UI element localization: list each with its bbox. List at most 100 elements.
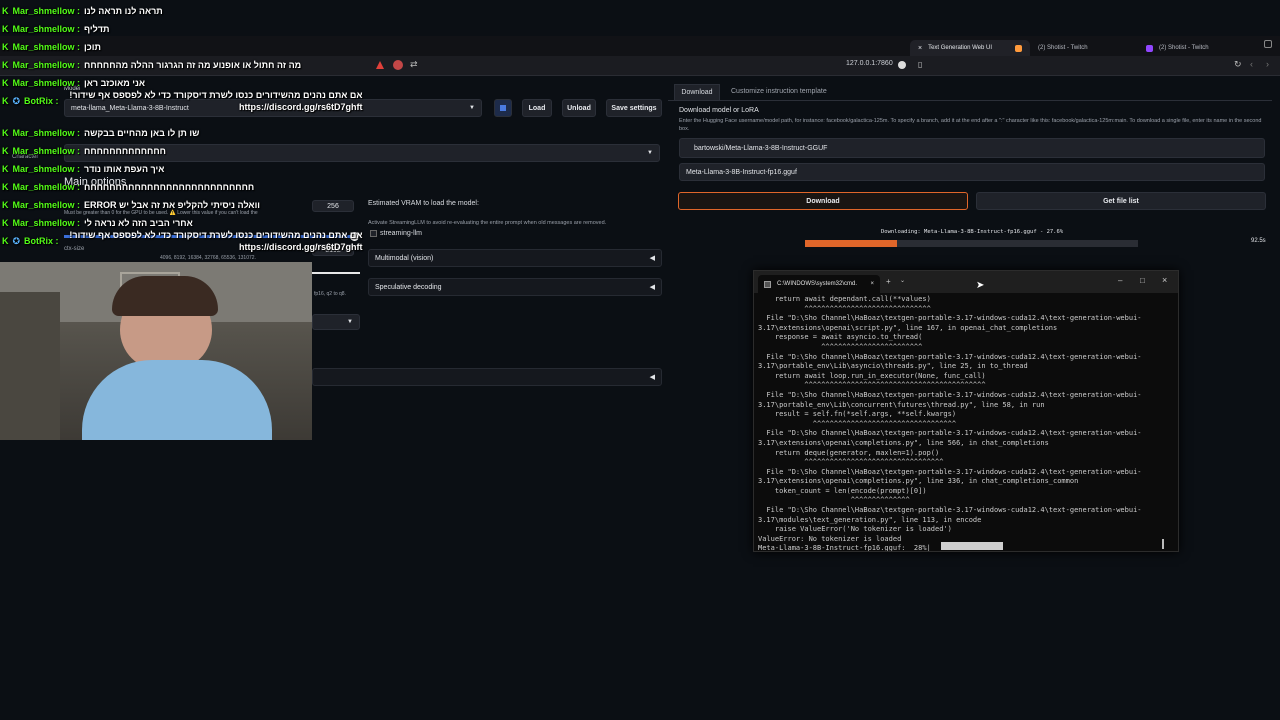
terminal-line: response = await asyncio.to_thread(: [758, 333, 923, 342]
terminal-line: ^^^^^^^^^^^^^^^^^^^^^^^^^^^^^^^^^: [758, 458, 944, 467]
reload-icon[interactable]: ↻: [1234, 59, 1242, 70]
terminal-titlebar: C:\WINDOWS\system32\cmd. × + ⌄ – □ ×: [754, 271, 1178, 293]
bot-badge-icon: ✪: [12, 95, 21, 106]
download-elapsed: 92.5s: [1251, 238, 1266, 244]
terminal-line: token_count = len(encode(prompt)[0]): [758, 486, 927, 495]
streaming-checkbox[interactable]: [370, 230, 377, 237]
new-tab-icon[interactable]: +: [886, 277, 891, 286]
warning-icon: [376, 61, 384, 69]
close-icon[interactable]: ×: [918, 45, 922, 52]
close-icon[interactable]: ×: [870, 281, 874, 287]
terminal-line: File "D:\Sho Channel\HaBoaz\textgen-port…: [758, 314, 1142, 323]
speculative-accordion[interactable]: Speculative decoding ◀: [368, 278, 662, 296]
chevron-down-icon: ▼: [647, 150, 653, 156]
terminal-line: 3.17\extensions\openai\completions.py", …: [758, 477, 1079, 486]
forward-icon[interactable]: ›: [1266, 59, 1269, 69]
minimize-icon[interactable]: –: [1118, 276, 1122, 285]
download-progress-text: Downloading: Meta-Llama-3-8B-Instruct-fp…: [881, 229, 1064, 235]
maximize-icon[interactable]: □: [1140, 276, 1145, 285]
get-file-list-button[interactable]: Get file list: [976, 192, 1266, 210]
cache-type-hint: fp16, q2 to q8.: [314, 291, 346, 297]
tab-twitch-2[interactable]: (2) Shotist - Twitch: [1138, 40, 1238, 56]
chat-text: אם אתם נהנים מהשידורים כנסו לשרת דיסקורד…: [69, 90, 363, 112]
chat-username: BotRix :: [24, 96, 59, 106]
chat-username: Mar_shmellow :: [12, 60, 81, 70]
kick-icon: K: [2, 78, 9, 88]
load-button[interactable]: Load: [522, 99, 552, 117]
chat-text: אם אתם נהנים מהשידורים כנסו לשרת דיסקורד…: [69, 230, 363, 252]
tab-twitch-1[interactable]: (2) Shotist - Twitch: [1030, 40, 1130, 56]
mouse-pointer-icon: ➤: [976, 280, 985, 291]
download-button[interactable]: Download: [678, 192, 968, 210]
terminal-progress-bar: [941, 542, 1003, 550]
twitch-icon: [1146, 44, 1153, 52]
terminal-output[interactable]: return await dependant.call(**values) ^^…: [758, 295, 1174, 551]
terminal-line: return await loop.run_in_executor(None, …: [758, 371, 986, 380]
kick-icon: K: [2, 6, 9, 16]
terminal-line: File "D:\Sho Channel\HaBoaz\textgen-port…: [758, 429, 1142, 438]
tab-list-icon[interactable]: [1264, 40, 1272, 48]
streamer-hair: [112, 276, 218, 316]
chat-username: Mar_shmellow :: [12, 6, 81, 16]
chevron-left-icon: ◀: [649, 284, 655, 291]
repo-input[interactable]: bartowski/Meta-Llama-3-8B-Instruct-GGUF: [679, 138, 1265, 158]
terminal-line: ^^^^^^^^^^^^^^^^^^^^^^^^^^^^^^^^^^^^^^^^…: [758, 381, 986, 390]
kick-icon: K: [2, 200, 9, 210]
chat-text: תדליף: [84, 24, 110, 34]
kick-icon: K: [2, 164, 9, 174]
terminal-line: ^^^^^^^^^^^^^^: [758, 496, 910, 505]
chevron-down-icon: ▼: [469, 105, 475, 111]
terminal-line: ^^^^^^^^^^^^^^^^^^^^^^^^: [758, 342, 923, 351]
chat-username: Mar_shmellow :: [12, 128, 81, 138]
gpu-layers-number[interactable]: 256: [312, 200, 354, 212]
chat-username: Mar_shmellow :: [12, 146, 81, 156]
streamer-shirt: [82, 360, 272, 440]
chevron-left-icon: ◀: [649, 374, 655, 381]
chat-text: אני מאוכזב ראן: [84, 78, 146, 88]
chat-username: Mar_shmellow :: [12, 42, 81, 52]
vram-label: Estimated VRAM to load the model:: [368, 200, 479, 207]
cmd-icon: [764, 280, 771, 288]
recording-icon: [1015, 44, 1022, 52]
chat-message: K Mar_shmellow : אני מאוכזב ראן: [2, 76, 145, 90]
filename-input[interactable]: Meta-Llama-3-8B-Instruct-fp16.gguf: [679, 163, 1265, 181]
save-settings-button[interactable]: Save settings: [606, 99, 662, 117]
chat-text: וואלה ניסיתי להקליפ את זה אבל יש ERROR: [84, 200, 260, 210]
chat-message: K Mar_shmellow : חחחחחחחחחחחחחחחחחחחחחחחחח…: [2, 180, 254, 194]
url-text[interactable]: 127.0.0.1:7860: [846, 60, 893, 67]
refresh-button[interactable]: [494, 99, 512, 117]
terminal-line: 3.17\modules\text_generation.py", line 1…: [758, 515, 982, 524]
tab-text-generation[interactable]: × Text Generation Web UI: [910, 40, 1030, 56]
back-icon[interactable]: ‹: [1250, 59, 1253, 69]
tab-divider: [668, 100, 1272, 101]
chat-message: K Mar_shmellow : תוכן: [2, 40, 101, 54]
tab-download[interactable]: Download: [674, 84, 720, 100]
webcam-feed: [0, 262, 312, 440]
kick-icon: K: [2, 42, 9, 52]
kick-icon: K: [2, 218, 9, 228]
chevron-down-icon[interactable]: ⌄: [900, 277, 905, 284]
streaming-label: streaming-llm: [380, 230, 423, 237]
unload-button[interactable]: Unload: [562, 99, 596, 117]
collapsed-accordion[interactable]: ◀: [312, 368, 662, 386]
chat-message: K Mar_shmellow : חחחחחחחחחחחחח: [2, 144, 166, 158]
tab-customize-template[interactable]: Customize instruction template: [731, 88, 827, 95]
multimodal-accordion[interactable]: Multimodal (vision) ◀: [368, 249, 662, 267]
terminal-line: File "D:\Sho Channel\HaBoaz\textgen-port…: [758, 352, 1142, 361]
terminal-tab[interactable]: C:\WINDOWS\system32\cmd. ×: [758, 275, 880, 293]
chevron-left-icon: ◀: [649, 255, 655, 262]
site-info-icon[interactable]: [898, 61, 906, 69]
download-progress-fill: [805, 240, 897, 247]
cache-type-select[interactable]: ▼: [312, 314, 360, 330]
terminal-window: C:\WINDOWS\system32\cmd. × + ⌄ – □ × ret…: [753, 270, 1179, 552]
chat-username: Mar_shmellow :: [12, 78, 81, 88]
chat-username: Mar_shmellow :: [12, 164, 81, 174]
extension-icon[interactable]: [393, 60, 403, 70]
terminal-line: return deque(generator, maxlen=1).pop(): [758, 448, 940, 457]
close-window-icon[interactable]: ×: [1162, 275, 1167, 285]
translate-icon[interactable]: ⇄: [410, 59, 418, 70]
chat-username: Mar_shmellow :: [12, 182, 81, 192]
bookmark-icon[interactable]: ▯: [918, 60, 922, 69]
terminal-line: 3.17\extensions\openai\completions.py", …: [758, 438, 1049, 447]
kick-icon: K: [2, 182, 9, 192]
